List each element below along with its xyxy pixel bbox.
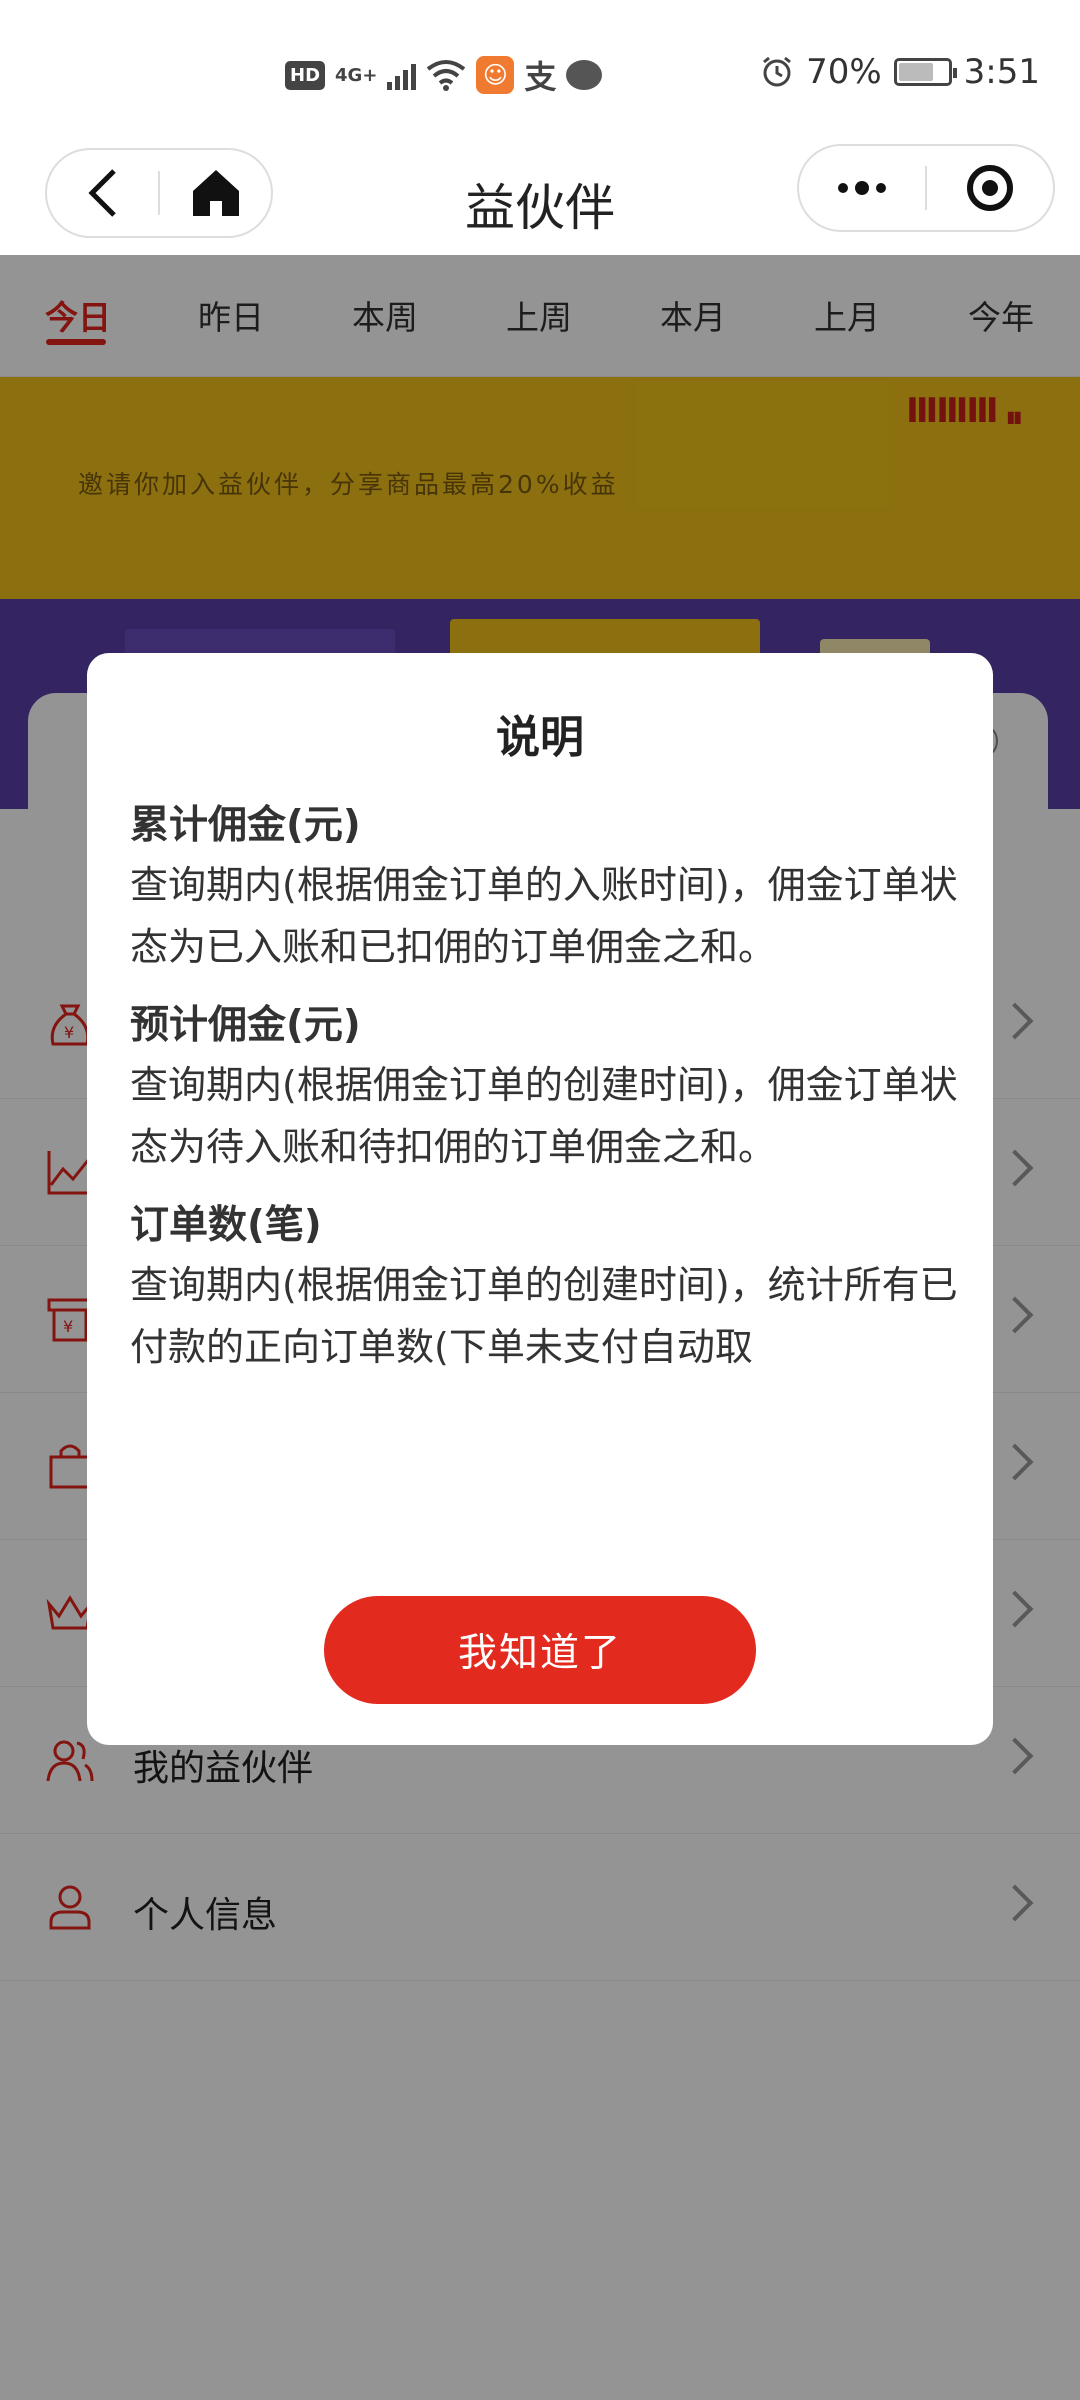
- more-button[interactable]: [799, 146, 925, 230]
- nav-bar: 益伙伴: [0, 140, 1080, 255]
- status-icons-left: HD 4G+ ☺ 支: [285, 52, 603, 98]
- status-icons-right: 70% 3:51: [760, 52, 1040, 92]
- hd-badge: HD: [285, 60, 326, 90]
- definition-estimated: 预计佣金(元) 查询期内(根据佣金订单的创建时间)，佣金订单状态为待入账和待扣佣…: [130, 998, 958, 1178]
- definition-heading: 累计佣金(元): [130, 803, 361, 848]
- definition-text: 查询期内(根据佣金订单的创建时间)，佣金订单状态为待入账和待扣佣的订单佣金之和。: [130, 1063, 958, 1169]
- dialog-title: 说明: [496, 712, 584, 763]
- battery-fill: [898, 63, 933, 81]
- definition-cumulative: 累计佣金(元) 查询期内(根据佣金订单的入账时间)，佣金订单状态为已入账和已扣佣…: [130, 798, 958, 978]
- definition-heading: 订单数(笔): [130, 1203, 322, 1248]
- close-miniprogram-button[interactable]: [927, 146, 1053, 230]
- battery-icon: [893, 58, 957, 86]
- signal-icon: [387, 60, 417, 90]
- message-icon: [566, 60, 603, 90]
- definition-text: 查询期内(根据佣金订单的创建时间)，统计所有已付款的正向订单数(下单未支付自动取: [130, 1263, 958, 1369]
- status-bar: HD 4G+ ☺ 支 70% 3:51: [0, 0, 1080, 140]
- clock: 3:51: [963, 52, 1040, 92]
- wifi-icon: [427, 60, 466, 91]
- dialog-body[interactable]: 累计佣金(元) 查询期内(根据佣金订单的入账时间)，佣金订单状态为已入账和已扣佣…: [130, 798, 958, 1546]
- app-notification-icon: ☺: [476, 56, 515, 94]
- network-type: 4G+: [335, 64, 378, 86]
- more-dots-icon: [838, 181, 886, 195]
- definition-orders: 订单数(笔) 查询期内(根据佣金订单的创建时间)，统计所有已付款的正向订单数(下…: [130, 1198, 958, 1378]
- alipay-icon: 支: [524, 58, 557, 96]
- target-icon: [967, 165, 1013, 211]
- definition-text: 查询期内(根据佣金订单的入账时间)，佣金订单状态为已入账和已扣佣的订单佣金之和。: [130, 863, 958, 969]
- battery-percent: 70%: [806, 52, 882, 92]
- definition-heading: 预计佣金(元): [130, 1003, 361, 1048]
- confirm-button[interactable]: 我知道了: [324, 1596, 756, 1704]
- explanation-dialog: 说明 累计佣金(元) 查询期内(根据佣金订单的入账时间)，佣金订单状态为已入账和…: [87, 653, 993, 1745]
- alarm-icon: [763, 56, 791, 87]
- nav-capsule-right: [797, 144, 1055, 232]
